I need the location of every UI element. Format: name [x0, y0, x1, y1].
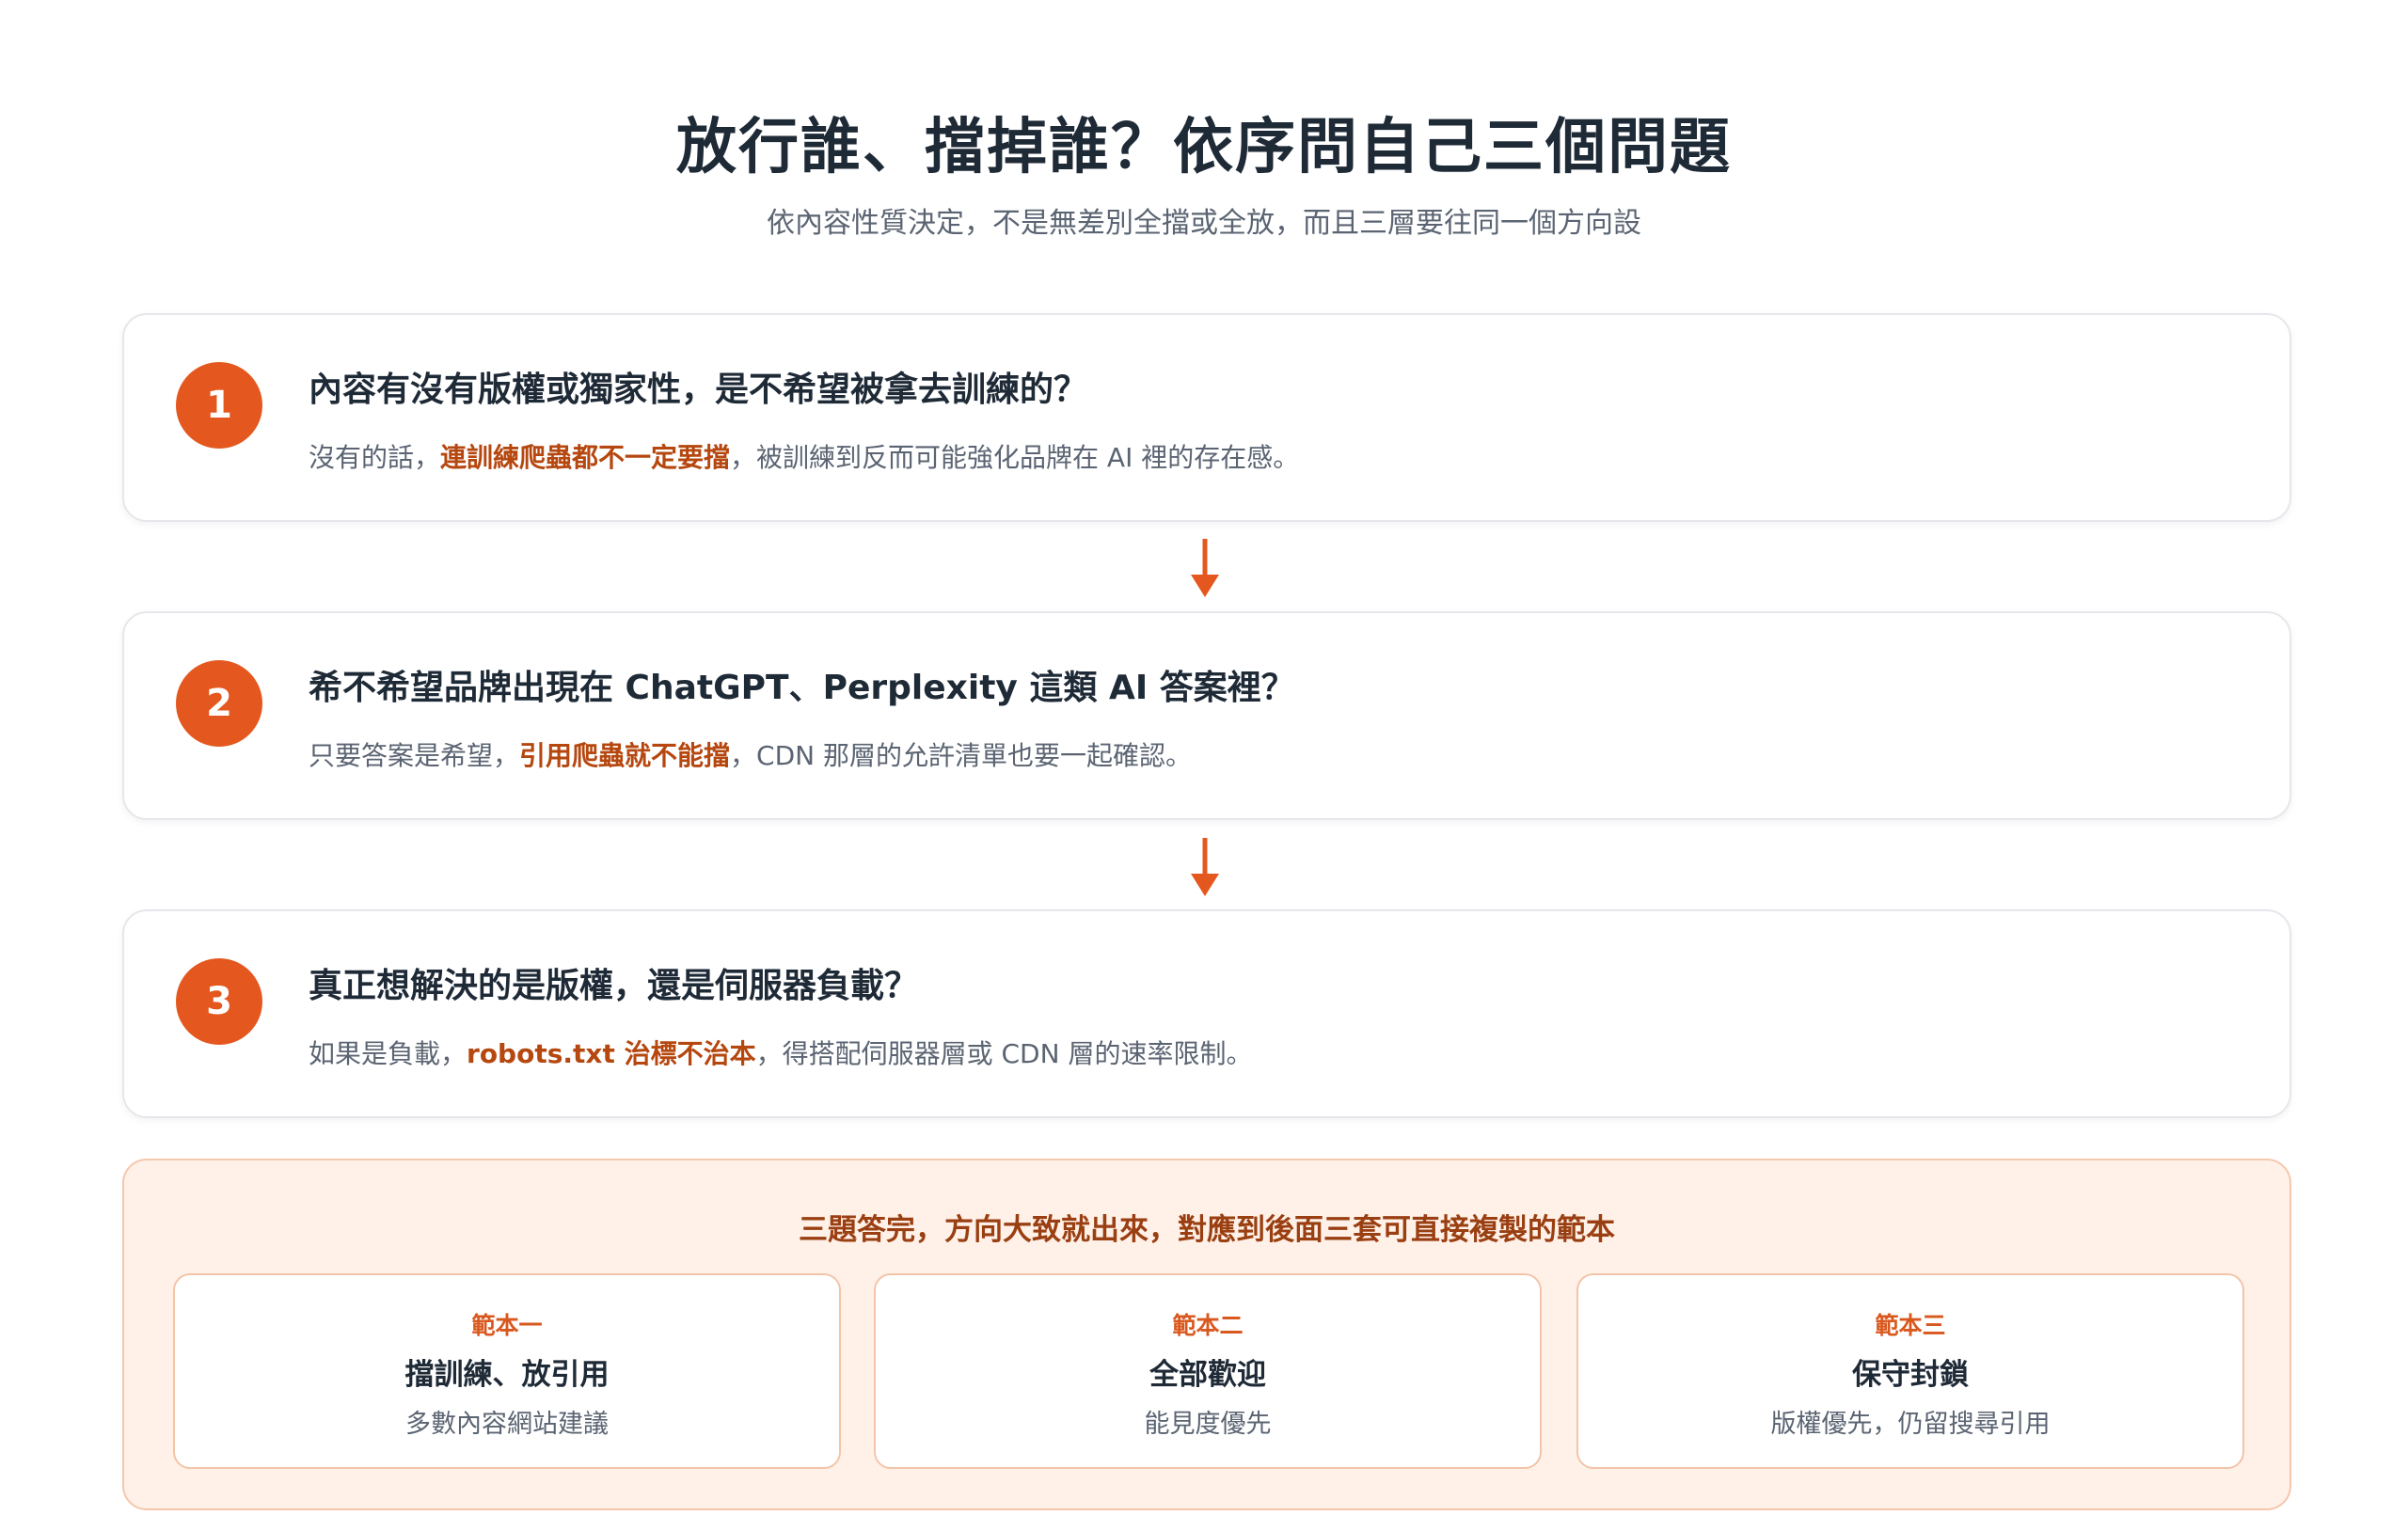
summary-panel: 三題答完，方向大致就出來，對應到後面三套可直接複製的範本 範本一 擋訓練、放引用… [122, 1159, 2291, 1510]
step-question: 內容有沒有版權或獨家性，是不希望被拿去訓練的？ [309, 371, 1088, 409]
step-answer: 如果是負載，robots.txt 治標不治本，得搭配伺服器層或 CDN 層的速率… [309, 1034, 1252, 1071]
step-number-badge: 3 [176, 958, 262, 1045]
answer-tail-text: ，得搭配伺服器層或 CDN 層的速率限制。 [755, 1038, 1253, 1069]
answer-tail-text: ，CDN 那層的允許清單也要一起確認。 [730, 740, 1192, 771]
step-number-badge: 1 [176, 362, 262, 449]
answer-highlight: 引用爬蟲就不能擋 [519, 740, 731, 771]
step-question: 希不希望品牌出現在 ChatGPT、Perplexity 這類 AI 答案裡？ [309, 669, 1295, 707]
template-name: 全部歡迎 [1149, 1358, 1266, 1392]
step-answer: 沒有的話，連訓練爬蟲都不一定要擋，被訓練到反而可能強化品牌在 AI 裡的存在感。 [309, 437, 1299, 475]
template-description: 多數內容網站建議 [405, 1410, 609, 1439]
step-card-3: 3 真正想解決的是版權，還是伺服器負載？ 如果是負載，robots.txt 治標… [122, 909, 2291, 1118]
template-card-2[interactable]: 範本二 全部歡迎 能見度優先 [874, 1273, 1542, 1469]
answer-lead-text: 沒有的話， [309, 442, 441, 473]
template-tag: 範本一 [471, 1312, 543, 1339]
template-tag: 範本二 [1172, 1312, 1244, 1339]
answer-lead-text: 如果是負載， [309, 1038, 467, 1069]
arrow-down-icon [1191, 838, 1219, 896]
template-name: 擋訓練、放引用 [404, 1358, 610, 1392]
step-answer: 只要答案是希望，引用爬蟲就不能擋，CDN 那層的允許清單也要一起確認。 [309, 735, 1192, 773]
page-subtitle: 依內容性質決定，不是無差別全擋或全放，而且三層要往同一個方向設 [767, 207, 1641, 240]
summary-heading: 三題答完，方向大致就出來，對應到後面三套可直接複製的範本 [799, 1213, 1615, 1247]
answer-highlight: robots.txt 治標不治本 [467, 1038, 756, 1069]
arrow-down-icon [1191, 539, 1219, 597]
template-description: 能見度優先 [1144, 1410, 1272, 1439]
step-question: 真正想解決的是版權，還是伺服器負載？ [309, 967, 919, 1005]
step-number-badge: 2 [176, 660, 262, 747]
answer-tail-text: ，被訓練到反而可能強化品牌在 AI 裡的存在感。 [730, 442, 1300, 473]
answer-highlight: 連訓練爬蟲都不一定要擋 [440, 442, 731, 473]
template-name: 保守封鎖 [1852, 1358, 1969, 1392]
page-title: 放行誰、擋掉誰？依序問自己三個問題 [676, 113, 1732, 182]
template-tag: 範本三 [1875, 1312, 1946, 1339]
step-card-2: 2 希不希望品牌出現在 ChatGPT、Perplexity 這類 AI 答案裡… [122, 611, 2291, 820]
answer-lead-text: 只要答案是希望， [309, 740, 520, 771]
template-description: 版權優先，仍留搜尋引用 [1770, 1410, 2051, 1439]
template-card-3[interactable]: 範本三 保守封鎖 版權優先，仍留搜尋引用 [1576, 1273, 2244, 1469]
step-card-1: 1 內容有沒有版權或獨家性，是不希望被拿去訓練的？ 沒有的話，連訓練爬蟲都不一定… [122, 313, 2291, 522]
page: 放行誰、擋掉誰？依序問自己三個問題 依內容性質決定，不是無差別全擋或全放，而且三… [0, 0, 2408, 1531]
template-card-1[interactable]: 範本一 擋訓練、放引用 多數內容網站建議 [173, 1273, 841, 1469]
